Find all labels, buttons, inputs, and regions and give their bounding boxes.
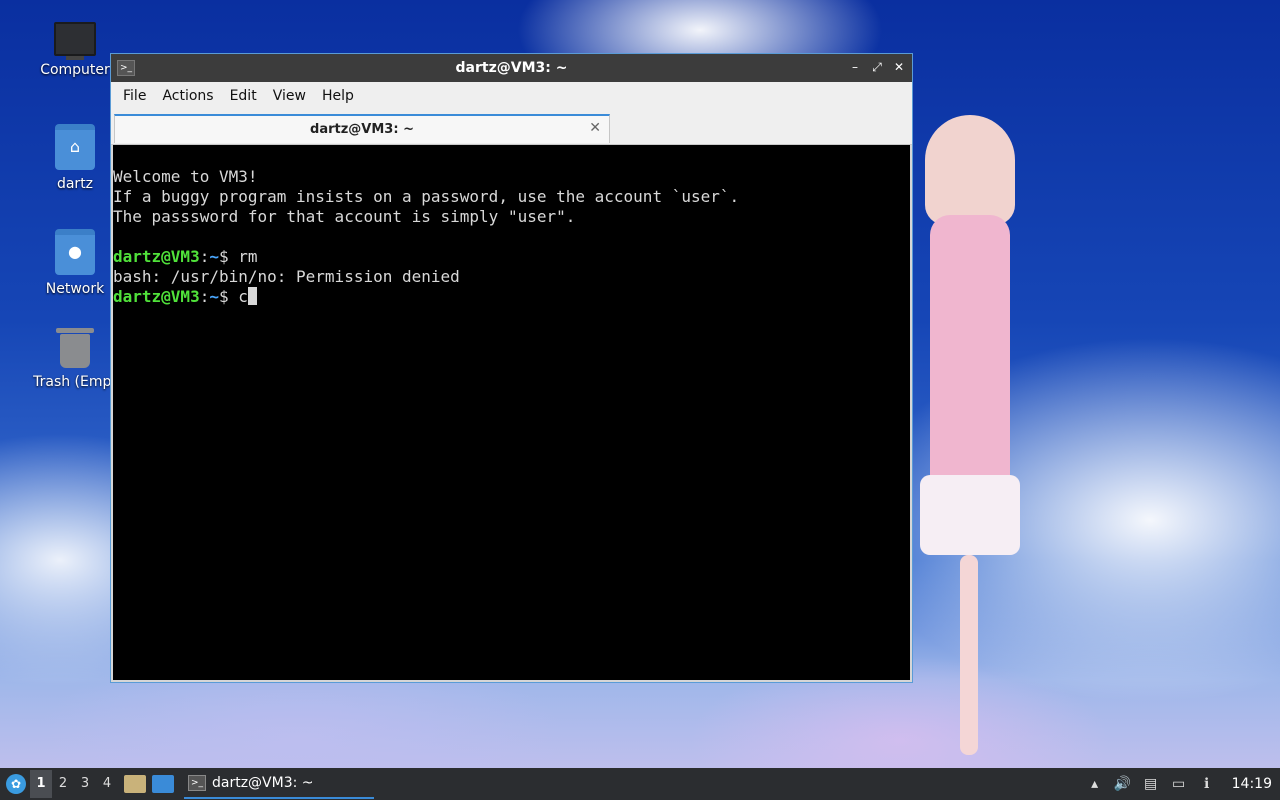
taskbar-task-terminal[interactable]: >_ dartz@VM3: ~ [184,769,374,799]
prompt-user: dartz@VM3 [113,287,200,306]
terminal-line: The passsword for that account is simply… [113,207,576,226]
menu-file[interactable]: File [115,88,154,104]
prompt-sep: : [199,247,210,266]
terminal-prompt-line: dartz@VM3:~$ rm [113,247,910,267]
window-title: dartz@VM3: ~ [455,60,568,76]
clipboard-icon[interactable]: ▤ [1142,775,1160,793]
menu-view[interactable]: View [265,88,314,104]
workspace-1[interactable]: 1 [30,770,52,798]
tab-label: dartz@VM3: ~ [310,122,414,137]
wallpaper-figure [915,115,1025,755]
command-text: rm [238,247,258,266]
window-titlebar[interactable]: >_ dartz@VM3: ~ – ⤢ ✕ [111,54,912,82]
trash-icon [56,328,94,368]
terminal-prompt-line: dartz@VM3:~$ c [113,287,910,307]
prompt-end: $ [218,247,239,266]
tray-expand-icon[interactable]: ▴ [1086,775,1104,793]
terminal-window: >_ dartz@VM3: ~ – ⤢ ✕ File Actions Edit … [110,53,913,683]
prompt-end: $ [218,287,239,306]
terminal-output[interactable]: Welcome to VM3! If a buggy program insist… [113,145,910,680]
show-desktop-icon[interactable] [152,775,174,793]
volume-icon[interactable]: 🔊 [1114,775,1132,793]
close-button[interactable]: ✕ [892,58,906,76]
network-icon[interactable]: ▭ [1170,775,1188,793]
prompt-path: ~ [209,247,219,266]
tab-bar: dartz@VM3: ~ ✕ [111,110,912,145]
terminal-line: If a buggy program insists on a password… [113,187,740,206]
start-menu-button[interactable]: ✿ [2,770,30,798]
clock[interactable]: 14:19 [1232,776,1272,792]
home-folder-icon: ⌂ [55,124,95,170]
workspace-3[interactable]: 3 [74,770,96,798]
system-tray: ▴ 🔊 ▤ ▭ ℹ 14:19 [1086,775,1280,793]
taskbar: ✿ 1 2 3 4 >_ dartz@VM3: ~ ▴ 🔊 ▤ ▭ ℹ 14:1… [0,768,1280,800]
file-manager-icon[interactable] [124,775,146,793]
workspace-2[interactable]: 2 [52,770,74,798]
tab-terminal[interactable]: dartz@VM3: ~ ✕ [114,114,610,143]
prompt-user: dartz@VM3 [113,247,200,266]
terminal-task-icon: >_ [188,775,206,791]
menu-help[interactable]: Help [314,88,362,104]
prompt-sep: : [199,287,210,306]
start-logo-icon: ✿ [6,774,26,794]
workspace-4[interactable]: 4 [96,770,118,798]
menubar: File Actions Edit View Help [111,82,912,110]
update-notifier-icon[interactable]: ℹ [1198,775,1216,793]
text-cursor [247,287,257,305]
network-folder-icon: ● [55,229,95,275]
prompt-path: ~ [209,287,219,306]
terminal-line: bash: /usr/bin/no: Permission denied [113,267,460,286]
task-label: dartz@VM3: ~ [212,775,314,791]
tab-close-icon[interactable]: ✕ [589,120,601,136]
terminal-line: Welcome to VM3! [113,167,258,186]
command-input[interactable]: c [238,287,248,306]
computer-icon [54,22,96,60]
minimize-button[interactable]: – [848,58,862,76]
maximize-button[interactable]: ⤢ [870,58,884,76]
menu-edit[interactable]: Edit [222,88,265,104]
menu-actions[interactable]: Actions [154,88,221,104]
